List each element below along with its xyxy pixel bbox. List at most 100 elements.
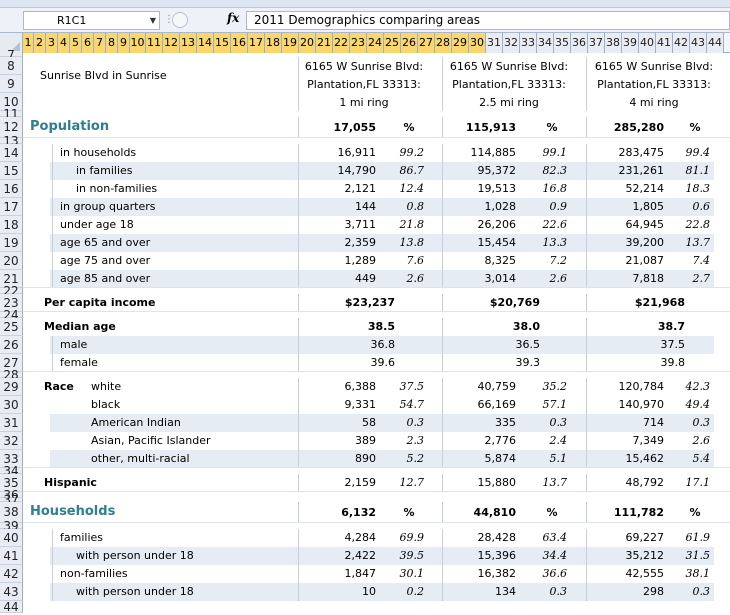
column-header[interactable]: 25 xyxy=(384,33,401,53)
column-divider xyxy=(298,354,299,372)
column-divider xyxy=(442,144,443,162)
column-divider xyxy=(586,318,587,336)
column-header[interactable]: 5 xyxy=(70,33,82,53)
column-header[interactable]: 34 xyxy=(537,33,554,53)
column-header[interactable]: 44 xyxy=(707,33,724,53)
column-divider xyxy=(586,234,587,252)
column-header[interactable]: 22 xyxy=(333,33,350,53)
row-header[interactable]: 16 xyxy=(0,180,23,198)
row-header[interactable]: 30 xyxy=(0,396,23,414)
column-divider xyxy=(298,529,299,547)
column-header[interactable]: 33 xyxy=(520,33,537,53)
column-header[interactable]: 15 xyxy=(214,33,231,53)
column-header[interactable]: 24 xyxy=(367,33,384,53)
column-header[interactable]: 9 xyxy=(118,33,130,53)
row-header[interactable]: 15 xyxy=(0,162,23,180)
column-header[interactable]: 18 xyxy=(265,33,282,53)
column-header[interactable]: 14 xyxy=(197,33,214,53)
column-divider xyxy=(586,583,587,601)
percent-cell: 0.8 xyxy=(406,200,425,213)
column-header[interactable]: 32 xyxy=(503,33,520,53)
name-box[interactable]: R1C1 ▼ xyxy=(23,11,160,30)
value-cell: 1,028 xyxy=(484,200,517,213)
column-header[interactable]: 19 xyxy=(282,33,299,53)
percent-cell: 0.3 xyxy=(549,416,568,429)
column-header[interactable]: 1 xyxy=(23,33,34,53)
insert-function-icon[interactable]: fx xyxy=(227,11,239,25)
indent-divider xyxy=(52,583,53,601)
row-header[interactable]: 42 xyxy=(0,565,23,583)
column-divider xyxy=(586,252,587,270)
row-header[interactable]: 40 xyxy=(0,529,23,547)
name-box-value: R1C1 xyxy=(57,14,87,27)
column-header[interactable]: 8 xyxy=(106,33,118,53)
column-divider xyxy=(586,216,587,234)
column-header[interactable]: 2 xyxy=(34,33,46,53)
column-divider xyxy=(442,270,443,288)
column-header[interactable]: 35 xyxy=(554,33,571,53)
area-header-line3: 2.5 mi ring xyxy=(479,96,539,109)
row-header[interactable]: 32 xyxy=(0,432,23,450)
column-header[interactable]: 20 xyxy=(299,33,316,53)
row-header[interactable]: 44 xyxy=(0,600,23,614)
row-header[interactable]: 31 xyxy=(0,414,23,432)
column-header[interactable]: 7 xyxy=(94,33,106,53)
column-header[interactable]: 26 xyxy=(401,33,418,53)
column-header[interactable]: 6 xyxy=(82,33,94,53)
row-header[interactable]: 9 xyxy=(0,75,23,93)
percent-cell: 7.6 xyxy=(406,254,425,267)
chevron-down-icon[interactable]: ▼ xyxy=(150,12,156,29)
value-cell: $21,968 xyxy=(634,296,685,309)
column-header[interactable]: 17 xyxy=(248,33,265,53)
row-header[interactable]: 41 xyxy=(0,547,23,565)
column-header[interactable]: 27 xyxy=(418,33,435,53)
percent-cell: 0.2 xyxy=(406,585,425,598)
column-header[interactable]: 3 xyxy=(46,33,58,53)
column-header[interactable]: 30 xyxy=(469,33,486,53)
column-header[interactable]: 13 xyxy=(180,33,197,53)
column-header[interactable]: 10 xyxy=(130,33,146,53)
row-header[interactable]: 19 xyxy=(0,234,23,252)
column-header[interactable]: 31 xyxy=(486,33,503,53)
section-title: Households xyxy=(30,504,116,519)
row-header[interactable]: 8 xyxy=(0,57,23,75)
row-header[interactable]: 14 xyxy=(0,144,23,162)
cancel-icon[interactable] xyxy=(172,12,188,28)
column-divider xyxy=(298,234,299,252)
column-header[interactable]: 38 xyxy=(605,33,622,53)
value-cell: 21,087 xyxy=(625,254,665,267)
column-header[interactable]: 43 xyxy=(690,33,707,53)
value-cell: 134 xyxy=(495,585,516,598)
column-header[interactable]: 21 xyxy=(316,33,333,53)
row-header[interactable]: 17 xyxy=(0,198,23,216)
value-cell: 714 xyxy=(643,416,664,429)
column-divider xyxy=(442,474,443,492)
column-divider xyxy=(586,180,587,198)
row-header[interactable]: 20 xyxy=(0,252,23,270)
column-header[interactable]: 40 xyxy=(639,33,656,53)
column-divider xyxy=(586,162,587,180)
percent-cell: 0.3 xyxy=(692,416,711,429)
column-divider xyxy=(586,502,587,523)
column-header[interactable]: 28 xyxy=(435,33,452,53)
row-header[interactable]: 43 xyxy=(0,583,23,601)
column-header[interactable]: 29 xyxy=(452,33,469,53)
row-header[interactable]: 18 xyxy=(0,216,23,234)
column-header[interactable]: 4 xyxy=(58,33,70,53)
column-header[interactable]: 36 xyxy=(571,33,588,53)
percent-cell: % xyxy=(546,121,558,134)
area-header-line3: 1 mi ring xyxy=(339,96,389,109)
column-header[interactable]: 23 xyxy=(350,33,367,53)
column-header[interactable]: 11 xyxy=(146,33,163,53)
column-header[interactable]: 41 xyxy=(656,33,673,53)
row-header[interactable]: 25 xyxy=(0,318,23,336)
column-header[interactable]: 37 xyxy=(588,33,605,53)
row-header[interactable]: 26 xyxy=(0,336,23,354)
column-header[interactable]: 16 xyxy=(231,33,248,53)
row-header[interactable]: 29 xyxy=(0,378,23,396)
table-row: 33 other, multi-racial 890 5.2 5,874 5.1 15,46… xyxy=(0,450,730,468)
column-header[interactable]: 12 xyxy=(163,33,180,53)
column-header[interactable]: 39 xyxy=(622,33,639,53)
formula-input[interactable]: 2011 Demographics comparing areas xyxy=(246,11,730,30)
column-header[interactable]: 42 xyxy=(673,33,690,53)
